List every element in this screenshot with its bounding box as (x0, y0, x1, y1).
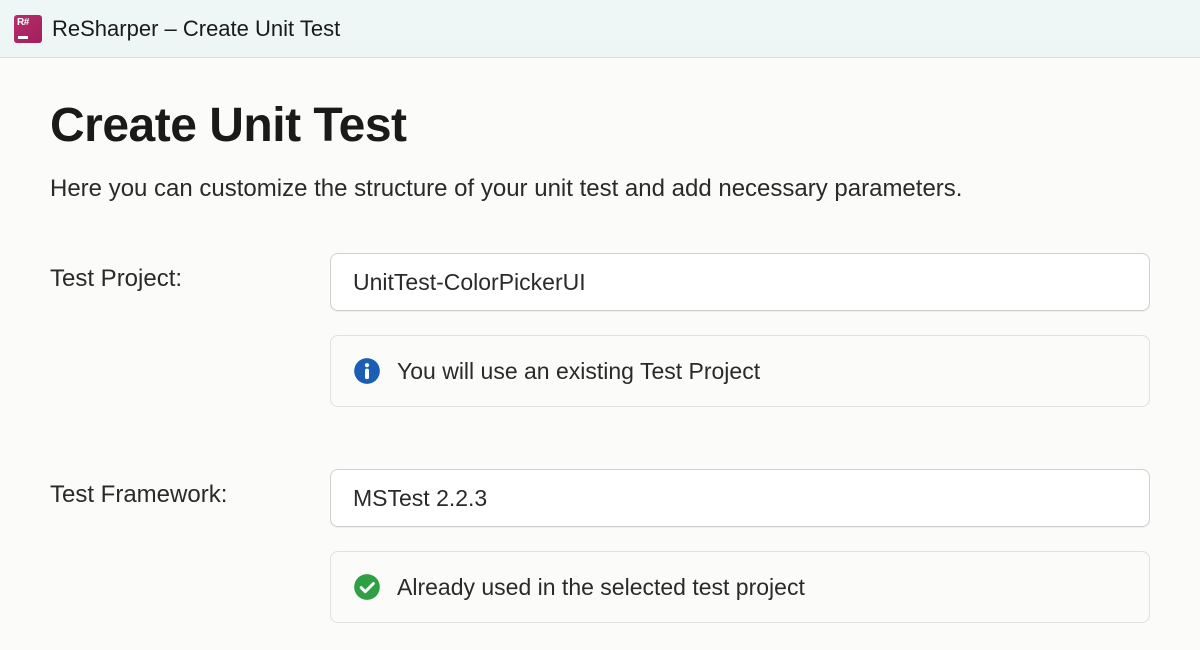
test-framework-input[interactable] (330, 469, 1150, 527)
page-title: Create Unit Test (50, 98, 1150, 153)
info-icon (353, 357, 381, 385)
check-circle-icon (353, 573, 381, 601)
resharper-icon: R# (14, 15, 42, 43)
test-framework-row: Test Framework: Already used in the sele… (50, 469, 1150, 623)
window-title: ReSharper – Create Unit Test (52, 16, 340, 42)
test-framework-label: Test Framework: (50, 469, 330, 509)
test-project-hint-text: You will use an existing Test Project (397, 358, 760, 385)
test-project-hint-box: You will use an existing Test Project (330, 335, 1150, 407)
content-area: Create Unit Test Here you can customize … (0, 58, 1200, 623)
titlebar: R# ReSharper – Create Unit Test (0, 0, 1200, 58)
test-project-label: Test Project: (50, 253, 330, 293)
page-subtitle: Here you can customize the structure of … (50, 175, 1150, 203)
test-project-input[interactable] (330, 253, 1150, 311)
test-project-row: Test Project: You will use an existing T… (50, 253, 1150, 407)
app-icon-label: R# (17, 17, 29, 28)
test-framework-hint-box: Already used in the selected test projec… (330, 551, 1150, 623)
test-framework-hint-text: Already used in the selected test projec… (397, 574, 805, 601)
